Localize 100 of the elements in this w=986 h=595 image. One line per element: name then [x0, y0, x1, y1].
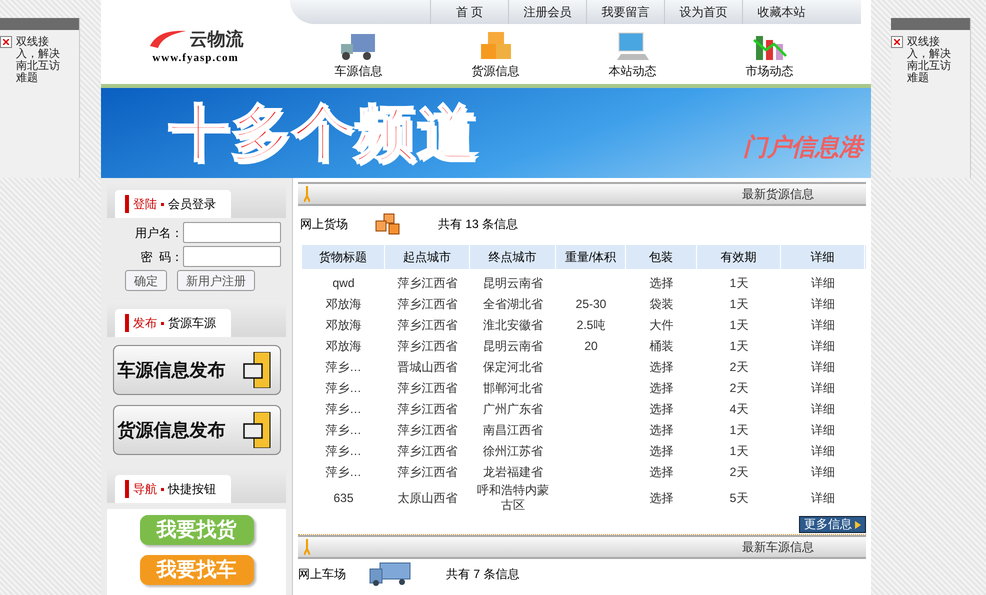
section-prefix: 发布: [133, 315, 157, 332]
table-cell-text: 萍乡江西省: [396, 465, 458, 480]
table-cell-text: 萍乡江西省: [396, 444, 458, 459]
channel-label: 市场动态: [746, 63, 794, 80]
form-button[interactable]: 确定: [125, 270, 167, 291]
table-cell-text: 2天: [728, 465, 750, 480]
logo-url: www.fyasp.com: [152, 50, 239, 66]
detail-link[interactable]: 详细: [781, 339, 865, 354]
table-cell-text: 1天: [728, 318, 750, 333]
table-cell-text: 昆明云南省: [482, 339, 544, 354]
table-cell-text: 萍乡…: [324, 423, 362, 438]
top-nav-link[interactable]: 注册会员: [508, 0, 586, 24]
table-cell-text: 太原山西省: [396, 490, 458, 506]
table-cell-text: 20: [583, 339, 599, 354]
banner-headline: 十多个频道: [169, 98, 479, 168]
table-cell-text: 萍乡江西省: [396, 423, 458, 438]
publish-button[interactable]: 货源信息发布: [112, 405, 280, 455]
channel-link[interactable]: 货源信息: [427, 24, 564, 84]
table-cell-text: 袋装: [648, 297, 674, 312]
table-cell-text: 徐州江苏省: [482, 444, 544, 459]
table-cell-text: 2.5吨: [576, 318, 606, 333]
channel-link[interactable]: 本站动态: [564, 24, 701, 84]
section-title: 快捷按钮: [168, 481, 216, 498]
channel-link[interactable]: 车源信息: [290, 24, 427, 84]
banner-tagline: 门户信息港: [743, 133, 863, 163]
form-button[interactable]: 新用户注册: [177, 270, 255, 291]
channel-label: 货源信息: [472, 63, 520, 80]
column-header: 包装: [626, 245, 697, 269]
channel-link[interactable]: 市场动态: [701, 24, 838, 84]
ad-text: 双线接入，解决南北互访难题: [907, 36, 952, 84]
detail-link[interactable]: 详细: [781, 276, 865, 291]
walking-figure-icon: [304, 539, 310, 555]
table-cell-text: 选择: [648, 276, 674, 291]
logo-name: 云物流: [190, 28, 244, 49]
table-cell-text: 萍乡江西省: [396, 297, 458, 312]
table-cell-text: 昆明云南省: [482, 276, 544, 291]
detail-link[interactable]: 详细: [781, 318, 865, 333]
table-cell-text: 萍乡…: [324, 444, 362, 459]
field-label: 用户名：: [134, 224, 183, 242]
table-cell-text: 选择: [648, 381, 674, 396]
broken-image-icon: [891, 36, 903, 48]
ad-text: 双线接入，解决南北互访难题: [16, 36, 61, 84]
section-label: 网上车场: [298, 566, 347, 583]
table-cell-text: 1天: [728, 423, 750, 438]
publish-button[interactable]: 车源信息发布: [112, 345, 280, 395]
top-nav-link[interactable]: 我要留言: [586, 0, 664, 24]
column-header: 货物标题: [302, 245, 385, 269]
table-cell-text: 萍乡…: [324, 381, 362, 396]
table-cell-text: 4天: [728, 402, 750, 417]
truck-icon: [368, 561, 412, 587]
table-cell-text: 萍乡江西省: [396, 318, 458, 333]
detail-link[interactable]: 详细: [781, 490, 865, 506]
detail-link[interactable]: 详细: [781, 360, 865, 375]
detail-link[interactable]: 详细: [781, 465, 865, 480]
table-cell-text: 萍乡…: [324, 465, 362, 480]
table-cell-text: 邓放海: [324, 297, 362, 312]
table-cell-text: 南昌江西省: [482, 423, 544, 438]
broken-image-icon: [0, 36, 12, 48]
table-cell-text: 龙岩福建省: [482, 465, 544, 480]
detail-link[interactable]: 详细: [781, 402, 865, 417]
section-label: 网上货场: [299, 216, 349, 233]
table-cell-text: 1天: [728, 339, 750, 354]
table-cell-text: 淮北安徽省: [482, 318, 544, 333]
top-nav-link[interactable]: 设为首页: [664, 0, 742, 24]
table-cell-text: 萍乡…: [324, 360, 362, 375]
walking-figure-icon: [304, 186, 310, 202]
channel-label: 车源信息: [334, 63, 382, 80]
more-info-button[interactable]: 更多信息: [799, 516, 866, 533]
table-cell-text: 2天: [728, 360, 750, 375]
column-header: 重量/体积: [556, 245, 626, 269]
detail-link[interactable]: 详细: [781, 444, 865, 459]
boxes-icon: [478, 30, 512, 62]
table-cell-text: 25-30: [574, 297, 608, 312]
table-cell-text: 1天: [728, 276, 750, 291]
record-count: 共有 13 条信息: [438, 216, 518, 233]
section-title: 会员登录: [168, 196, 216, 213]
column-header: 有效期: [697, 245, 781, 269]
table-cell-text: 选择: [648, 444, 674, 459]
table-cell-text: 萍乡江西省: [396, 339, 458, 354]
computer-icon: [614, 30, 650, 62]
field-label: 密 码：: [139, 248, 183, 266]
table-cell-text: 萍乡江西省: [396, 381, 458, 396]
channel-label: 本站动态: [608, 63, 656, 80]
section-prefix: 登陆: [133, 196, 157, 213]
input-field[interactable]: [183, 222, 281, 243]
table-cell-text: 全省湖北省: [482, 297, 544, 312]
top-nav-link[interactable]: 首 页: [430, 0, 508, 24]
marker-bar: [125, 314, 129, 332]
top-nav-link[interactable]: 收藏本站: [742, 0, 820, 24]
detail-link[interactable]: 详细: [781, 297, 865, 312]
column-header: 起点城市: [385, 245, 470, 269]
table-cell-text: 选择: [648, 490, 674, 506]
detail-link[interactable]: 详细: [781, 381, 865, 396]
record-count: 共有 7 条信息: [446, 566, 520, 583]
column-header: 详细: [781, 245, 865, 269]
table-cell-text: qwd: [331, 276, 356, 291]
detail-link[interactable]: 详细: [781, 423, 865, 438]
column-header: 终点城市: [470, 245, 556, 269]
table-cell-text: 广州广东省: [482, 402, 544, 417]
input-field[interactable]: [183, 246, 281, 267]
